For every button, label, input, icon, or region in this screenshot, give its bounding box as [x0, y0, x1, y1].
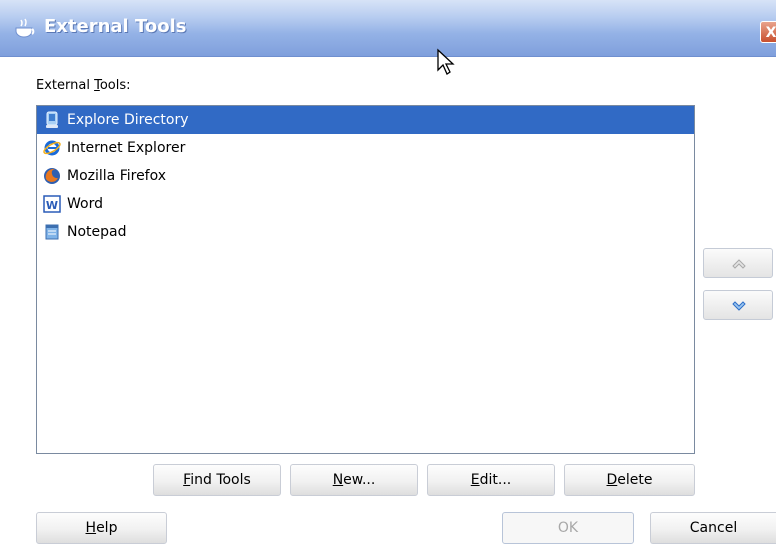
- svg-text:W: W: [46, 199, 58, 212]
- close-button[interactable]: X: [760, 21, 776, 43]
- mouse-cursor-icon: [436, 48, 458, 78]
- find-tools-button[interactable]: Find Tools: [153, 464, 281, 496]
- window-title: External Tools: [44, 16, 187, 37]
- list-item-word[interactable]: W Word: [37, 190, 694, 218]
- ok-button[interactable]: OK: [502, 512, 634, 544]
- list-item-label: Notepad: [67, 224, 127, 240]
- list-item-mozilla-firefox[interactable]: Mozilla Firefox: [37, 162, 694, 190]
- external-tools-label: External Tools:: [36, 78, 131, 93]
- title-bar: External Tools X: [0, 0, 776, 57]
- cancel-button[interactable]: Cancel: [650, 512, 776, 544]
- list-item-label: Explore Directory: [67, 112, 189, 128]
- list-item-explore-directory[interactable]: Explore Directory: [37, 106, 694, 134]
- tools-list[interactable]: Explore Directory Internet Explorer Mozi…: [36, 105, 695, 454]
- delete-button[interactable]: Delete: [564, 464, 695, 496]
- firefox-icon: [43, 167, 61, 185]
- move-up-button[interactable]: [703, 248, 773, 278]
- list-item-label: Word: [67, 196, 103, 212]
- internet-explorer-icon: [43, 139, 61, 157]
- edit-button[interactable]: Edit...: [427, 464, 555, 496]
- help-button[interactable]: Help: [36, 512, 167, 544]
- list-item-notepad[interactable]: Notepad: [37, 218, 694, 246]
- list-item-label: Mozilla Firefox: [67, 168, 167, 184]
- new-button[interactable]: New...: [290, 464, 418, 496]
- word-icon: W: [43, 195, 61, 213]
- list-item-internet-explorer[interactable]: Internet Explorer: [37, 134, 694, 162]
- app-icon: [12, 18, 38, 40]
- notepad-icon: [43, 223, 61, 241]
- explorer-icon: [43, 111, 61, 129]
- list-item-label: Internet Explorer: [67, 140, 186, 156]
- move-down-button[interactable]: [703, 290, 773, 320]
